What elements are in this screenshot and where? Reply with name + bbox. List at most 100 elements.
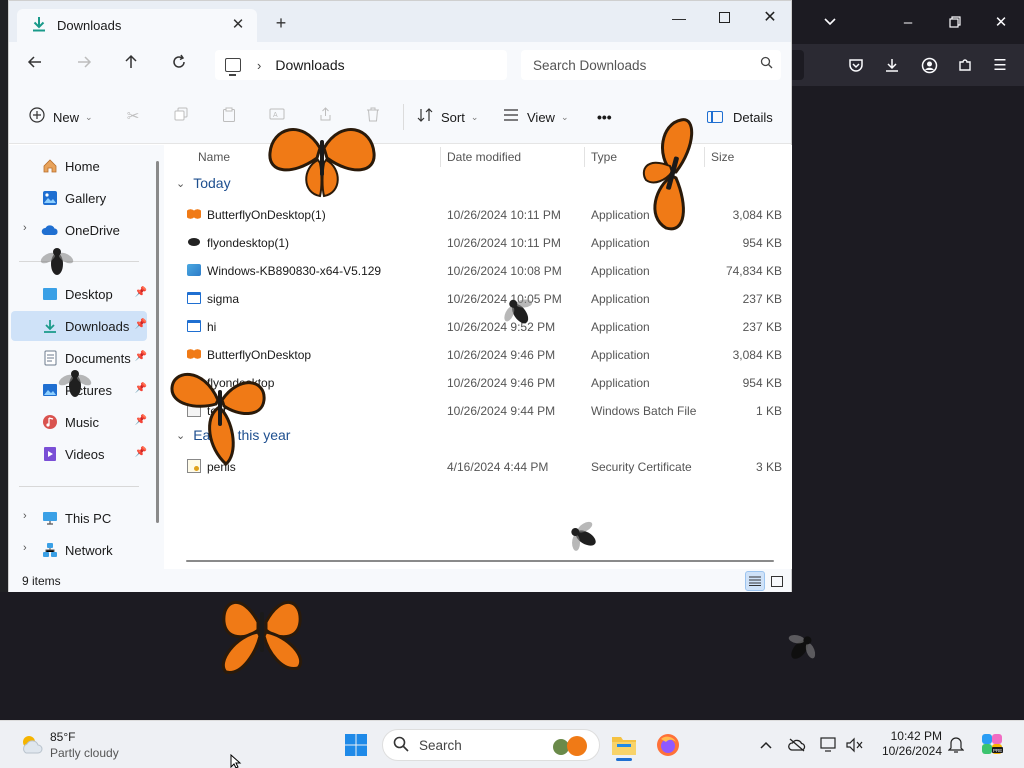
pin-icon[interactable]: 📌 bbox=[135, 319, 147, 330]
view-button[interactable]: View ⌄ bbox=[503, 106, 569, 128]
tab-downloads[interactable]: Downloads ✕ bbox=[17, 9, 257, 42]
chevron-down-icon[interactable] bbox=[818, 10, 842, 34]
file-name[interactable]: Windows-KB890830-x64-V5.129 bbox=[207, 264, 381, 278]
system-clock[interactable]: 10:42 PM 10/26/2024 bbox=[878, 729, 942, 759]
onedrive-tray-icon[interactable] bbox=[787, 735, 807, 755]
pin-icon[interactable]: 📌 bbox=[135, 447, 147, 458]
file-name[interactable]: ButterflyOnDesktop bbox=[207, 348, 311, 362]
plus-circle-icon bbox=[29, 106, 45, 128]
pin-icon[interactable]: 📌 bbox=[135, 351, 147, 362]
sidebar-item-onedrive[interactable]: › OneDrive bbox=[11, 215, 147, 245]
network-tray-icon[interactable] bbox=[819, 735, 839, 755]
up-button[interactable] bbox=[119, 54, 143, 76]
file-name[interactable]: sigma bbox=[207, 292, 239, 306]
column-header-type[interactable]: Type bbox=[591, 145, 617, 169]
column-divider[interactable] bbox=[440, 147, 441, 167]
minimize-button[interactable]: — bbox=[664, 7, 694, 29]
chevron-down-icon[interactable]: ⌄ bbox=[176, 177, 185, 190]
new-tab-button[interactable]: + bbox=[271, 13, 291, 33]
file-name[interactable]: ButterflyOnDesktop(1) bbox=[207, 208, 326, 222]
extensions-icon[interactable] bbox=[953, 53, 977, 77]
weather-description[interactable]: Partly cloudy bbox=[50, 746, 119, 760]
column-header-date-modified[interactable]: Date modified bbox=[447, 145, 521, 169]
close-icon[interactable]: ✕ bbox=[989, 10, 1013, 34]
file-explorer-taskbar-button[interactable] bbox=[606, 727, 642, 763]
close-tab-icon[interactable]: ✕ bbox=[229, 16, 247, 34]
svg-text:PRE: PRE bbox=[993, 748, 1002, 753]
tiles-view-button[interactable] bbox=[767, 571, 787, 591]
more-label: ••• bbox=[597, 109, 612, 125]
pin-icon[interactable]: 📌 bbox=[135, 383, 147, 394]
weather-temperature[interactable]: 85°F bbox=[50, 730, 75, 744]
taskbar-search[interactable]: Search bbox=[382, 729, 600, 761]
sidebar-item-downloads[interactable]: Downloads 📌 bbox=[11, 311, 147, 341]
forward-button[interactable] bbox=[72, 54, 96, 76]
search-placeholder[interactable]: Search Downloads bbox=[533, 58, 646, 73]
chevron-right-icon[interactable]: › bbox=[23, 222, 27, 234]
horizontal-scrollbar[interactable] bbox=[186, 560, 774, 562]
file-size: 3 KB bbox=[755, 460, 782, 474]
sidebar-scrollbar[interactable] bbox=[156, 161, 159, 523]
download-icon[interactable] bbox=[880, 53, 904, 77]
file-date: 10/26/2024 10:11 PM bbox=[447, 208, 561, 222]
pin-icon[interactable]: 📌 bbox=[135, 415, 147, 426]
new-button[interactable]: New ⌄ bbox=[29, 106, 93, 128]
cut-icon[interactable]: ✂ bbox=[123, 107, 143, 127]
file-row[interactable]: sigma 10/26/2024 10:05 PM Application 237 K… bbox=[166, 285, 792, 313]
column-header-size[interactable]: Size bbox=[711, 145, 734, 169]
file-row[interactable]: Windows-KB890830-x64-V5.129 10/26/2024 10… bbox=[166, 257, 792, 285]
sidebar-item-gallery[interactable]: Gallery bbox=[11, 183, 147, 213]
chevron-right-icon[interactable]: › bbox=[23, 510, 27, 522]
sidebar-item-desktop[interactable]: Desktop 📌 bbox=[11, 279, 147, 309]
minimize-icon[interactable]: – bbox=[896, 10, 920, 34]
chevron-right-icon[interactable]: › bbox=[257, 58, 261, 73]
details-view-button[interactable] bbox=[745, 571, 765, 591]
maximize-button[interactable] bbox=[709, 7, 739, 29]
sidebar-item-this-pc[interactable]: › This PC bbox=[11, 503, 147, 533]
sidebar-item-network[interactable]: › Network bbox=[11, 535, 147, 565]
sidebar-item-home[interactable]: Home bbox=[11, 151, 147, 181]
file-explorer-window: Downloads ✕ + — ✕ › Downloads Search Dow… bbox=[8, 0, 792, 592]
taskbar: 85°F Partly cloudy Search 10:42 PM 10/26… bbox=[0, 720, 1024, 768]
restore-icon[interactable] bbox=[943, 10, 967, 34]
application-icon bbox=[186, 290, 202, 306]
file-size: 74,834 KB bbox=[725, 264, 782, 278]
tab-bar: Downloads ✕ + — ✕ bbox=[9, 1, 791, 42]
copilot-icon[interactable]: PRE bbox=[980, 732, 1004, 756]
details-button[interactable]: Details bbox=[707, 106, 773, 128]
close-window-button[interactable]: ✕ bbox=[755, 7, 785, 29]
sort-button[interactable]: Sort ⌄ bbox=[417, 106, 478, 128]
address-bar[interactable]: › Downloads bbox=[215, 50, 507, 80]
url-bar-edge bbox=[792, 50, 804, 80]
chevron-right-icon[interactable]: › bbox=[23, 542, 27, 554]
weather-partly-cloudy-icon[interactable] bbox=[18, 731, 44, 757]
start-button[interactable] bbox=[338, 727, 374, 763]
column-divider[interactable] bbox=[584, 147, 585, 167]
column-header-name[interactable]: Name bbox=[198, 145, 230, 169]
firefox-taskbar-button[interactable] bbox=[650, 727, 686, 763]
file-name[interactable]: flyondesktop(1) bbox=[207, 236, 289, 250]
account-icon[interactable] bbox=[917, 53, 941, 77]
address-text[interactable]: Downloads bbox=[275, 57, 344, 73]
chevron-up-icon[interactable] bbox=[756, 735, 776, 755]
navigation-bar: › Downloads Search Downloads bbox=[9, 42, 791, 88]
sidebar-item-music[interactable]: Music 📌 bbox=[11, 407, 147, 437]
menu-icon[interactable]: ☰ bbox=[988, 53, 1012, 77]
details-label: Details bbox=[733, 109, 773, 125]
notification-bell-icon[interactable] bbox=[946, 735, 966, 755]
computer-icon bbox=[41, 509, 59, 527]
pin-icon[interactable]: 📌 bbox=[135, 287, 147, 298]
sidebar-item-videos[interactable]: Videos 📌 bbox=[11, 439, 147, 469]
pocket-icon[interactable] bbox=[844, 53, 868, 77]
see-more-button[interactable]: ••• bbox=[597, 106, 612, 128]
sidebar-item-label: Music bbox=[65, 414, 99, 430]
search-box[interactable]: Search Downloads bbox=[521, 50, 781, 80]
file-name[interactable]: hi bbox=[207, 320, 216, 334]
copy-icon[interactable] bbox=[171, 107, 191, 127]
back-button[interactable] bbox=[23, 54, 47, 76]
file-row[interactable]: hi 10/26/2024 9:52 PM Application 237 KB bbox=[166, 313, 792, 341]
group-header[interactable]: ⌄ Today bbox=[176, 175, 231, 191]
paste-icon[interactable] bbox=[219, 107, 239, 127]
volume-muted-icon[interactable] bbox=[845, 735, 865, 755]
refresh-button[interactable] bbox=[167, 54, 191, 76]
